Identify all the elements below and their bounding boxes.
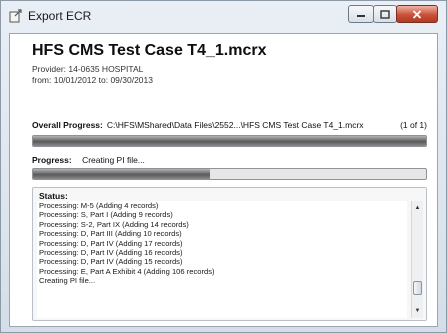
date-range: from: 10/01/2012 to: 09/30/2013 — [32, 75, 153, 85]
export-ecr-window: Export ECR HFS CMS Test Case T4_1.mcrx P… — [0, 0, 447, 333]
maximize-button[interactable] — [373, 5, 397, 23]
minimize-icon — [357, 15, 365, 17]
status-box: Status: Processing: M-5 (Adding 4 record… — [32, 187, 427, 321]
status-label: Status: — [39, 191, 68, 201]
overall-progress-fill — [33, 136, 426, 146]
scroll-thumb[interactable] — [413, 281, 422, 295]
export-icon — [9, 9, 22, 23]
minimize-button[interactable] — [348, 5, 374, 23]
maximize-icon — [380, 9, 390, 19]
current-progress-bar — [32, 168, 427, 180]
status-log-line: Processing: S, Part I (Adding 9 records) — [39, 210, 173, 220]
status-log-line: Processing: D, Part IV (Adding 16 record… — [39, 248, 183, 258]
close-button[interactable] — [396, 5, 438, 23]
status-log-line: Processing: E, Part A Exhibit 4 (Adding … — [39, 266, 215, 276]
close-icon — [412, 9, 422, 19]
progress-row: Progress: Creating PI file... — [32, 155, 145, 165]
current-progress-fill — [33, 169, 210, 179]
overall-progress-count: (1 of 1) — [400, 120, 427, 130]
progress-text: Creating PI file... — [82, 155, 145, 165]
dialog-content: HFS CMS Test Case T4_1.mcrx Provider: 14… — [9, 33, 438, 327]
status-log-line: Processing: M-5 (Adding 4 records) — [39, 201, 159, 210]
scroll-down-icon[interactable]: ▼ — [412, 306, 423, 316]
status-log-line: Processing: D, Part IV (Adding 15 record… — [39, 257, 183, 267]
status-scrollbar[interactable]: ▲ ▼ — [411, 201, 423, 318]
overall-progress-row: Overall Progress: C:\HFS\MShared\Data Fi… — [32, 120, 427, 130]
status-log-line: Processing: D, Part III (Adding 10 recor… — [39, 229, 182, 239]
overall-progress-label: Overall Progress: — [32, 120, 103, 130]
window-controls — [348, 5, 438, 23]
overall-progress-bar — [32, 135, 427, 147]
overall-progress-path: C:\HFS\MShared\Data Files\2552...\HFS CM… — [106, 120, 364, 130]
title-bar[interactable]: Export ECR — [1, 1, 446, 31]
status-log-line: Processing: S-2, Part IX (Adding 14 reco… — [39, 219, 189, 229]
window-title: Export ECR — [28, 9, 92, 23]
status-log-line: Creating PI file... — [39, 276, 96, 286]
provider-info: Provider: 14-0635 HOSPITAL — [32, 64, 144, 74]
status-log-line: Processing: D, Part IV (Adding 17 record… — [39, 238, 183, 248]
scroll-up-icon[interactable]: ▲ — [412, 203, 423, 213]
status-log[interactable]: Processing: M-5 (Adding 4 records) Proces… — [37, 201, 407, 318]
case-title: HFS CMS Test Case T4_1.mcrx — [32, 42, 267, 59]
progress-label: Progress: — [32, 155, 72, 165]
